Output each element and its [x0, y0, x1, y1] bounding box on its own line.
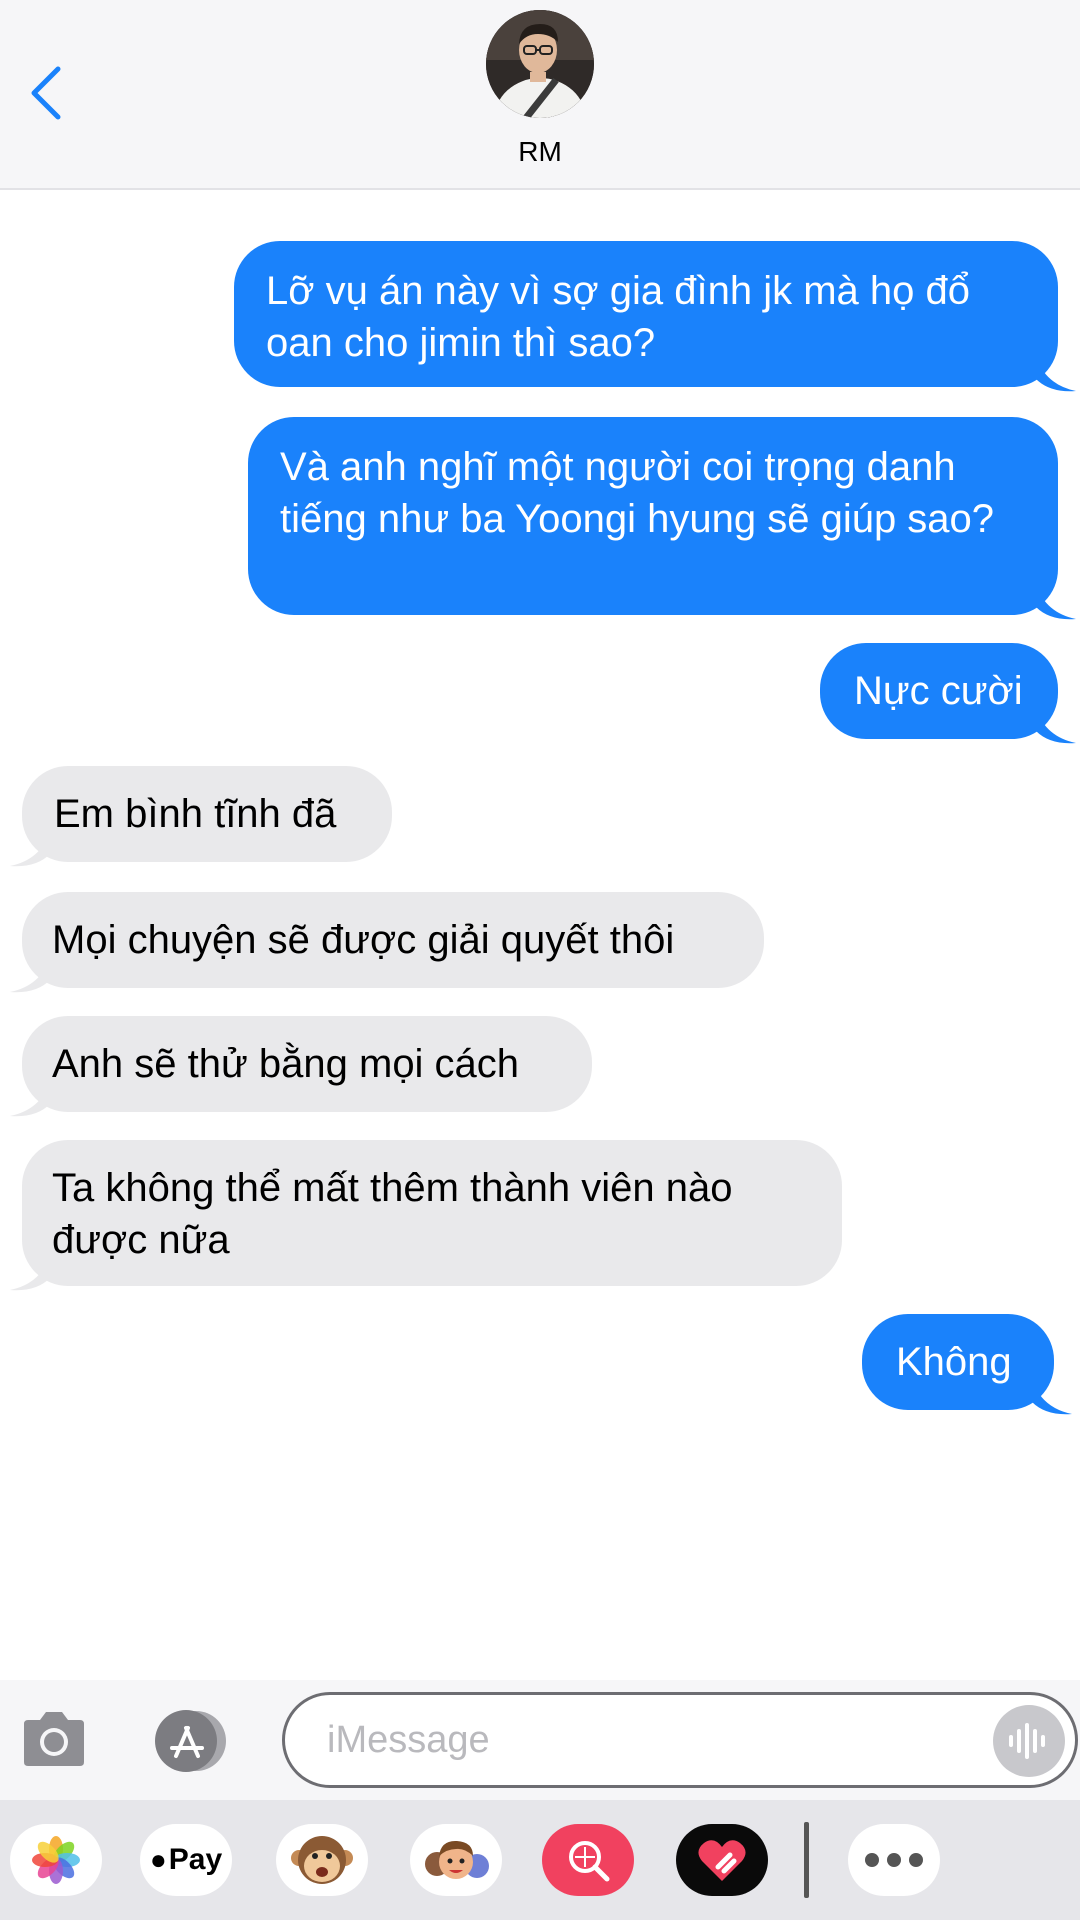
- message-text: Ta không thể mất thêm thành viên nào đượ…: [52, 1166, 733, 1262]
- app-store-button[interactable]: [148, 1708, 238, 1774]
- bubble-tail: [1036, 585, 1076, 620]
- memoji-icon: [425, 1840, 489, 1879]
- sent-message-bubble[interactable]: Không: [862, 1314, 1054, 1410]
- monkey-icon: [291, 1836, 353, 1884]
- web-search-button[interactable]: [542, 1824, 634, 1896]
- drawer-divider: [804, 1822, 809, 1898]
- message-text: Em bình tĩnh đã: [54, 792, 337, 836]
- app-store-icon: [155, 1710, 226, 1772]
- message-input[interactable]: iMessage: [282, 1692, 1078, 1788]
- camera-icon: [24, 1712, 84, 1766]
- bubble-tail: [1032, 1380, 1072, 1415]
- photos-icon: [32, 1836, 80, 1884]
- contact-name: RM: [518, 136, 562, 167]
- conversation-header: RM: [0, 0, 1080, 190]
- memoji-button[interactable]: [410, 1824, 502, 1896]
- apple-pay-button[interactable]: ● Pay: [140, 1824, 232, 1896]
- bubble-tail: [10, 1256, 50, 1291]
- apple-logo-icon: ●: [149, 1844, 167, 1875]
- apple-pay-label: Pay: [168, 1843, 223, 1876]
- bubble-tail: [10, 1082, 50, 1117]
- more-apps-button[interactable]: [848, 1824, 940, 1896]
- sent-message-bubble[interactable]: Nực cười: [820, 643, 1058, 739]
- message-text: Lỡ vụ án này vì sợ gia đình jk mà họ đổ …: [266, 269, 970, 365]
- bubble-tail: [10, 832, 50, 867]
- photos-app-button[interactable]: [10, 1824, 102, 1896]
- received-message-bubble[interactable]: Anh sẽ thử bằng mọi cách: [22, 1016, 592, 1112]
- received-message-bubble[interactable]: Mọi chuyện sẽ được giải quyết thôi: [22, 892, 764, 988]
- message-input-placeholder: iMessage: [327, 1718, 490, 1761]
- web-search-icon: [569, 1841, 610, 1882]
- more-icon: [865, 1853, 923, 1867]
- message-text: Nực cười: [854, 669, 1023, 713]
- camera-button[interactable]: [20, 1708, 88, 1770]
- waveform-icon: [1009, 1723, 1045, 1759]
- app-drawer: ● Pay: [0, 1800, 1080, 1920]
- message-text: Và anh nghĩ một người coi trọng danh tiế…: [280, 445, 995, 541]
- sent-message-bubble[interactable]: Và anh nghĩ một người coi trọng danh tiế…: [248, 417, 1058, 615]
- bubble-tail: [10, 958, 50, 993]
- bubble-tail: [1036, 357, 1076, 392]
- contact-avatar[interactable]: [486, 10, 594, 118]
- received-message-bubble[interactable]: Ta không thể mất thêm thành viên nào đượ…: [22, 1140, 842, 1286]
- received-message-bubble[interactable]: Em bình tĩnh đã: [22, 766, 392, 862]
- compose-bar: iMessage: [0, 1680, 1080, 1800]
- back-button[interactable]: [16, 58, 76, 128]
- chevron-left-icon: [31, 66, 61, 120]
- message-text: Anh sẽ thử bằng mọi cách: [52, 1042, 520, 1086]
- heart-touch-icon: [698, 1840, 746, 1881]
- audio-message-button[interactable]: [993, 1705, 1065, 1777]
- message-text: Mọi chuyện sẽ được giải quyết thôi: [52, 918, 675, 962]
- digital-touch-button[interactable]: [676, 1824, 768, 1896]
- message-thread: Lỡ vụ án này vì sợ gia đình jk mà họ đổ …: [0, 190, 1080, 1680]
- animoji-button[interactable]: [276, 1824, 368, 1896]
- bubble-tail: [1036, 709, 1076, 744]
- message-text: Không: [896, 1340, 1012, 1384]
- sent-message-bubble[interactable]: Lỡ vụ án này vì sợ gia đình jk mà họ đổ …: [234, 241, 1058, 387]
